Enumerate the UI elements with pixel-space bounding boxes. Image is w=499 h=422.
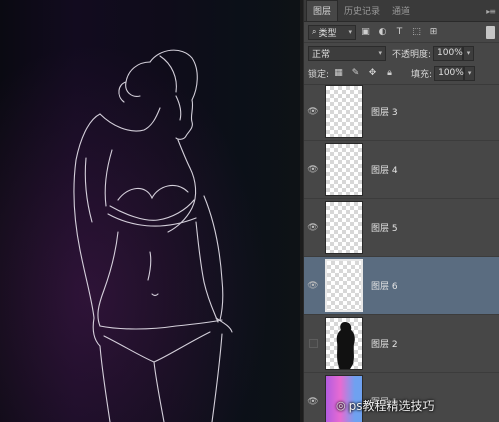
layer-name: 图层 4	[371, 166, 398, 176]
eye-icon[interactable]: 👁︎	[304, 397, 322, 407]
chevron-down-icon: ▾	[378, 49, 382, 57]
chevron-down-icon: ▾	[348, 28, 352, 36]
layer-list: 👁︎ 图层 3 👁︎ 图层 4 👁︎ 图层 5 👁︎ 图层 6 图层 2 👁︎ …	[304, 83, 499, 422]
layer-name: 图层 2	[371, 340, 398, 350]
watermark: ◎ ps教程精选技巧	[336, 397, 434, 414]
chevron-down-icon: ▾	[467, 69, 472, 77]
lock-all-icon[interactable]: 🔒︎	[382, 67, 397, 80]
lock-transparent-icon[interactable]: ▦	[331, 67, 346, 80]
chevron-down-icon: ▾	[466, 49, 471, 57]
layer-name: 图层 3	[371, 108, 398, 118]
layer-thumbnail-silhouette	[325, 317, 363, 370]
blend-mode-value: 正常	[312, 49, 331, 60]
layer-row-selected[interactable]: 👁︎ 图层 6	[304, 257, 499, 315]
layer-row[interactable]: 👁︎ 图层 3	[304, 83, 499, 141]
layer-thumbnail	[325, 259, 363, 312]
layer-thumbnail	[325, 143, 363, 196]
document-canvas[interactable]	[0, 0, 300, 422]
blend-mode-dropdown[interactable]: 正常 ▾	[308, 45, 386, 61]
tab-channels[interactable]: 通道	[386, 1, 416, 21]
smart-object-filter-icon[interactable]: ⊞	[426, 26, 441, 39]
panel-menu-icon[interactable]: ▸≡	[482, 7, 499, 21]
layer-name: 图层 6	[371, 282, 398, 292]
opacity-slider-button[interactable]: ▾	[463, 45, 475, 61]
filter-toggle[interactable]	[486, 25, 495, 39]
adjustment-filter-icon[interactable]: ◐	[375, 26, 390, 39]
layer-row[interactable]: 👁︎ 图层 4	[304, 141, 499, 199]
filter-kind-dropdown[interactable]: ⌕ 类型 ▾	[308, 24, 356, 40]
shape-filter-icon[interactable]: ⬚	[409, 26, 424, 39]
layer-thumbnail	[325, 201, 363, 254]
silhouette-icon	[336, 322, 355, 369]
panel-tab-bar: 图层 历史记录 通道 ▸≡	[304, 0, 499, 22]
filter-row: ⌕ 类型 ▾ ▣ ◐ T ⬚ ⊞	[304, 22, 499, 42]
figure-line-art	[73, 49, 233, 422]
opacity-value: 100%	[437, 48, 463, 58]
lock-row: 锁定: ▦ ✎ ✥ 🔒︎ 填充: 100% ▾	[304, 63, 499, 83]
filter-kind-label: 类型	[318, 28, 337, 39]
watermark-text: ps教程精选技巧	[348, 399, 435, 413]
fill-value: 100%	[438, 68, 464, 78]
layer-row[interactable]: 图层 2	[304, 315, 499, 373]
blend-row: 正常 ▾ 不透明度: 100% ▾	[304, 43, 499, 63]
lock-label: 锁定:	[308, 69, 330, 80]
lock-move-icon[interactable]: ✥	[365, 67, 380, 80]
eye-icon[interactable]: 👁︎	[304, 223, 322, 233]
pixel-filter-icon[interactable]: ▣	[358, 26, 373, 39]
opacity-label: 不透明度:	[392, 49, 432, 60]
layer-row[interactable]: 👁︎ 图层 5	[304, 199, 499, 257]
photoshop-window: 图层 历史记录 通道 ▸≡ ⌕ 类型 ▾ ▣ ◐ T ⬚ ⊞ 正常 ▾ 不透明度…	[0, 0, 499, 422]
layer-thumbnail	[325, 85, 363, 138]
opacity-input[interactable]: 100%	[433, 45, 464, 61]
type-filter-icon[interactable]: T	[392, 26, 407, 39]
search-icon: ⌕	[312, 27, 317, 36]
tab-history[interactable]: 历史记录	[338, 1, 386, 21]
eye-icon[interactable]: 👁︎	[304, 281, 322, 291]
tab-layers[interactable]: 图层	[306, 0, 339, 21]
layer-name: 图层 5	[371, 224, 398, 234]
eye-icon[interactable]: 👁︎	[304, 107, 322, 117]
eye-icon[interactable]: 👁︎	[304, 165, 322, 175]
fill-slider-button[interactable]: ▾	[464, 65, 476, 81]
lock-brush-icon[interactable]: ✎	[348, 67, 363, 80]
fill-label: 填充:	[411, 69, 433, 80]
visibility-toggle-off[interactable]	[309, 339, 318, 348]
weibo-icon: ◎	[336, 399, 346, 412]
layers-panel: 图层 历史记录 通道 ▸≡ ⌕ 类型 ▾ ▣ ◐ T ⬚ ⊞ 正常 ▾ 不透明度…	[303, 0, 499, 422]
fill-input[interactable]: 100%	[434, 65, 465, 81]
